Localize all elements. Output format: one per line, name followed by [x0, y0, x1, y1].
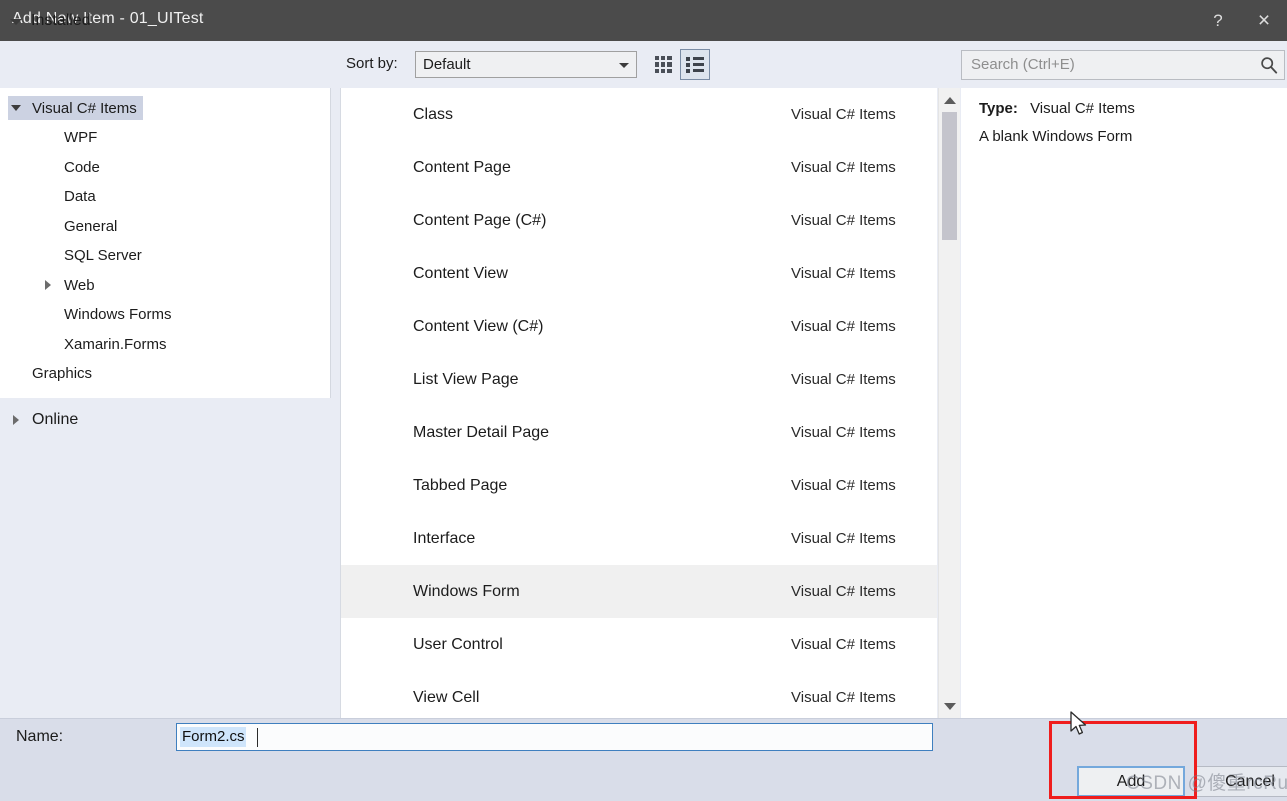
list-item-category: Visual C# Items [791, 424, 896, 441]
list-item-category: Visual C# Items [791, 371, 896, 388]
list-item-name: Content View [413, 264, 508, 282]
chevron-right-icon [40, 280, 56, 290]
tree-node-wpf[interactable]: WPF [40, 126, 97, 150]
details-panel: Type: Visual C# Items A blank Windows Fo… [961, 88, 1287, 718]
tree-node-label: Visual C# Items [32, 99, 137, 117]
template-list[interactable]: Class Visual C# Items Content Page Visual C… [340, 88, 937, 718]
tree-node-web[interactable]: Web [40, 273, 95, 297]
help-button[interactable]: ? [1195, 0, 1241, 41]
search-placeholder: Search (Ctrl+E) [971, 56, 1075, 73]
list-item-name: Interface [413, 529, 476, 547]
details-description: A blank Windows Form [979, 128, 1133, 145]
list-item-category: Visual C# Items [791, 583, 896, 600]
title-bar: Add New Item - 01_UITest ? × [0, 0, 1287, 41]
list-item[interactable]: User Control Visual C# Items [341, 618, 937, 671]
chevron-down-icon [10, 19, 22, 25]
tree-node-label: Graphics [32, 365, 93, 382]
list-item[interactable]: Tabbed Page Visual C# Items [341, 459, 937, 512]
chevron-down-icon [8, 105, 24, 111]
list-item-name: Master Detail Page [413, 423, 550, 441]
list-item-name: Content Page (C#) [413, 211, 547, 229]
list-item[interactable]: Content View Visual C# Items [341, 247, 937, 300]
list-item-name: Windows Form [413, 582, 520, 600]
list-item[interactable]: Interface Visual C# Items [341, 512, 937, 565]
search-icon [1260, 56, 1278, 74]
name-label: Name: [16, 728, 64, 745]
list-item-category: Visual C# Items [791, 265, 896, 282]
list-item-category: Visual C# Items [791, 636, 896, 653]
installed-header-label: Installed [31, 12, 91, 29]
sort-by-value: Default [423, 56, 471, 73]
list-item[interactable]: List View Page Visual C# Items [341, 353, 937, 406]
list-item[interactable]: Content Page Visual C# Items [341, 141, 937, 194]
grid-tiles-icon [654, 56, 672, 73]
chevron-right-icon [8, 415, 24, 425]
list-item-name: Content Page [413, 158, 511, 176]
installed-header[interactable]: Installed [10, 12, 91, 30]
list-item-name: Tabbed Page [413, 476, 508, 494]
list-item[interactable]: Master Detail Page Visual C# Items [341, 406, 937, 459]
tree-node-visual-c-items[interactable]: Visual C# Items [8, 96, 143, 120]
list-view-button[interactable] [680, 49, 710, 80]
close-button[interactable]: × [1241, 0, 1287, 41]
tiles-view-button[interactable] [648, 49, 678, 80]
watermark-text: CSDN @傻重rcRu [1126, 773, 1287, 794]
tree-node-code[interactable]: Code [40, 155, 100, 179]
list-item[interactable]: Content Page (C#) Visual C# Items [341, 194, 937, 247]
list-item[interactable]: View Cell Visual C# Items [341, 671, 937, 718]
details-type-row: Type: Visual C# Items [979, 100, 1135, 117]
tree-node-label: General [64, 217, 118, 235]
list-item-name: View Cell [413, 688, 480, 706]
list-item-name: Content View (C#) [413, 317, 544, 335]
list-item-category: Visual C# Items [791, 318, 896, 335]
list-item-name: User Control [413, 635, 503, 653]
list-scrollbar[interactable] [938, 88, 960, 718]
tree-node-label: Data [64, 188, 96, 205]
list-item-name: Class [413, 105, 454, 123]
list-view-icon [685, 56, 705, 73]
sort-by-select[interactable]: Default [415, 51, 637, 78]
text-caret [257, 728, 258, 747]
name-input-value: Form2.cs [180, 727, 246, 747]
tree-node-online[interactable]: Online [8, 408, 78, 432]
scroll-up-button[interactable] [939, 90, 960, 110]
list-item-category: Visual C# Items [791, 159, 896, 176]
list-item-name: List View Page [413, 370, 519, 388]
tree-node-graphics[interactable]: Graphics [8, 362, 92, 386]
list-item-category: Visual C# Items [791, 689, 896, 706]
tree-node-windows-forms[interactable]: Windows Forms [40, 303, 172, 327]
details-type-label: Type: [979, 100, 1018, 117]
tree-node-label: SQL Server [64, 247, 142, 264]
tree-node-general[interactable]: General [40, 214, 117, 238]
tree-node-label: Windows Forms [64, 306, 172, 323]
tree-node-online-label: Online [32, 411, 79, 428]
add-new-item-dialog: Add New Item - 01_UITest ? × Installed S… [0, 0, 1287, 801]
name-input[interactable]: Form2.cs [176, 723, 933, 751]
details-type-value: Visual C# Items [1030, 100, 1135, 117]
tree-node-label: Web [64, 276, 95, 294]
list-item-category: Visual C# Items [791, 530, 896, 547]
sort-by-label: Sort by: [346, 55, 398, 72]
list-item-category: Visual C# Items [791, 212, 896, 229]
tree-node-xamarin-forms[interactable]: Xamarin.Forms [40, 332, 167, 356]
tree-node-label: WPF [64, 129, 98, 146]
list-item[interactable]: Windows Form Visual C# Items [341, 565, 937, 618]
tree-node-sql-server[interactable]: SQL Server [40, 244, 142, 268]
tree-node-label: Xamarin.Forms [64, 335, 167, 353]
search-input[interactable]: Search (Ctrl+E) [961, 50, 1285, 80]
list-item-category: Visual C# Items [791, 477, 896, 494]
scroll-down-button[interactable] [939, 696, 960, 716]
chevron-down-icon [619, 63, 629, 68]
list-item[interactable]: Class Visual C# Items [341, 88, 937, 141]
list-item-category: Visual C# Items [791, 106, 896, 123]
mouse-pointer-icon [1070, 711, 1090, 739]
scrollbar-thumb[interactable] [942, 112, 957, 240]
tree-node-data[interactable]: Data [40, 185, 96, 209]
tree-node-label: Code [64, 158, 100, 176]
list-item[interactable]: Content View (C#) Visual C# Items [341, 300, 937, 353]
